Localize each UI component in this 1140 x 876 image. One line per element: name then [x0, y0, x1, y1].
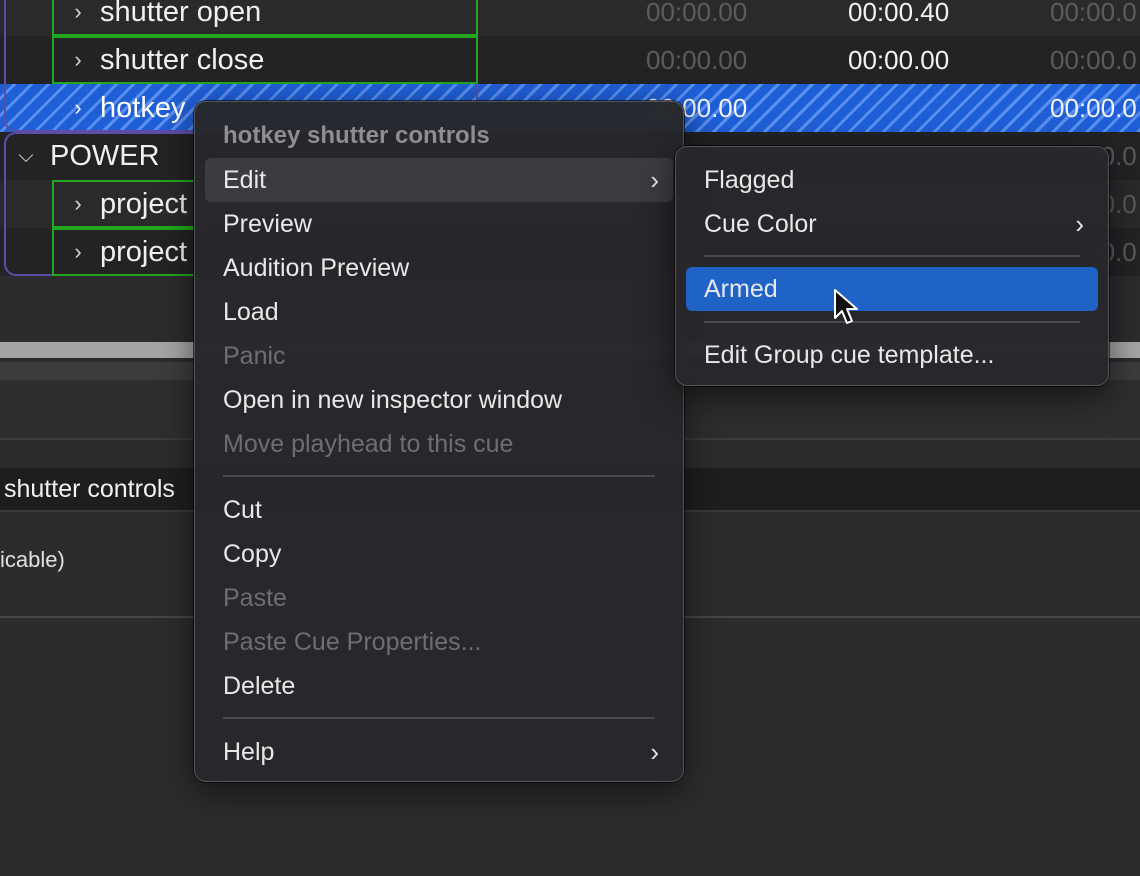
chevron-right-icon: ›: [650, 737, 659, 767]
context-menu: hotkey shutter controls Edit › Preview A…: [194, 101, 684, 782]
menu-item-paste: Paste: [205, 576, 673, 620]
menu-item-label: Flagged: [704, 166, 795, 194]
arrow-cursor-icon: [834, 289, 858, 324]
menu-item-label: Delete: [223, 672, 296, 700]
cue-pre-wait: 00:00.00: [646, 0, 748, 27]
menu-item-label: Cut: [223, 496, 262, 524]
menu-item-preview[interactable]: Preview: [205, 202, 673, 246]
inspector-title: shutter controls: [4, 475, 175, 503]
menu-item-label: Edit: [223, 166, 267, 194]
cue-duration: 00:00.40: [848, 0, 950, 27]
group-outline-green: [52, 0, 478, 36]
menu-item-label: Panic: [223, 342, 286, 370]
menu-item-label: Paste: [223, 584, 287, 612]
menu-item-label: Edit Group cue template...: [704, 341, 995, 369]
menu-item-label: Audition Preview: [223, 254, 410, 282]
menu-item-label: Paste Cue Properties...: [223, 628, 482, 656]
chevron-right-icon: ›: [1075, 209, 1084, 239]
menu-item-help[interactable]: Help ›: [205, 730, 673, 774]
cue-post-wait: 00:00.0: [1050, 93, 1137, 123]
menu-item-delete[interactable]: Delete: [205, 664, 673, 708]
menu-item-label: Help: [223, 738, 275, 766]
menu-separator: [704, 255, 1080, 257]
menu-item-panic: Panic: [205, 334, 673, 378]
menu-item-label: Armed: [704, 275, 778, 303]
cue-post-wait: 00:00.0: [1050, 0, 1137, 27]
group-outline-green: [52, 180, 204, 228]
submenu-item-edit-group-template[interactable]: Edit Group cue template...: [686, 333, 1098, 377]
menu-item-move-playhead: Move playhead to this cue: [205, 422, 673, 466]
group-outline-green: [52, 36, 478, 84]
menu-item-open-in-new-inspector[interactable]: Open in new inspector window: [205, 378, 673, 422]
group-outline-green: [52, 228, 204, 276]
menu-item-label: Copy: [223, 540, 282, 568]
menu-item-label: Move playhead to this cue: [223, 430, 514, 458]
menu-item-copy[interactable]: Copy: [205, 532, 673, 576]
cue-pre-wait: 00:00.00: [646, 45, 748, 75]
submenu-item-cue-color[interactable]: Cue Color ›: [686, 202, 1098, 246]
chevron-right-icon: ›: [650, 165, 659, 195]
cue-duration: 00:00.00: [848, 45, 950, 75]
context-menu-header: hotkey shutter controls: [223, 122, 490, 149]
menu-item-audition-preview[interactable]: Audition Preview: [205, 246, 673, 290]
submenu-item-armed[interactable]: Armed: [686, 267, 1098, 311]
menu-separator: [223, 717, 655, 719]
cue-post-wait: 00:00.0: [1050, 45, 1137, 75]
menu-item-cut[interactable]: Cut: [205, 488, 673, 532]
menu-item-label: Preview: [223, 210, 312, 238]
menu-item-paste-cue-properties: Paste Cue Properties...: [205, 620, 673, 664]
menu-item-label: Load: [223, 298, 279, 326]
menu-item-load[interactable]: Load: [205, 290, 673, 334]
inspector-text: icable): [0, 547, 65, 572]
menu-item-label: Open in new inspector window: [223, 386, 563, 414]
submenu-item-flagged[interactable]: Flagged: [686, 158, 1098, 202]
menu-item-label: Cue Color: [704, 210, 817, 238]
menu-separator: [704, 321, 1080, 323]
edit-submenu: Flagged Cue Color › Armed Edit Group cue…: [675, 146, 1109, 386]
menu-separator: [223, 475, 655, 477]
menu-item-edit[interactable]: Edit ›: [205, 158, 673, 202]
